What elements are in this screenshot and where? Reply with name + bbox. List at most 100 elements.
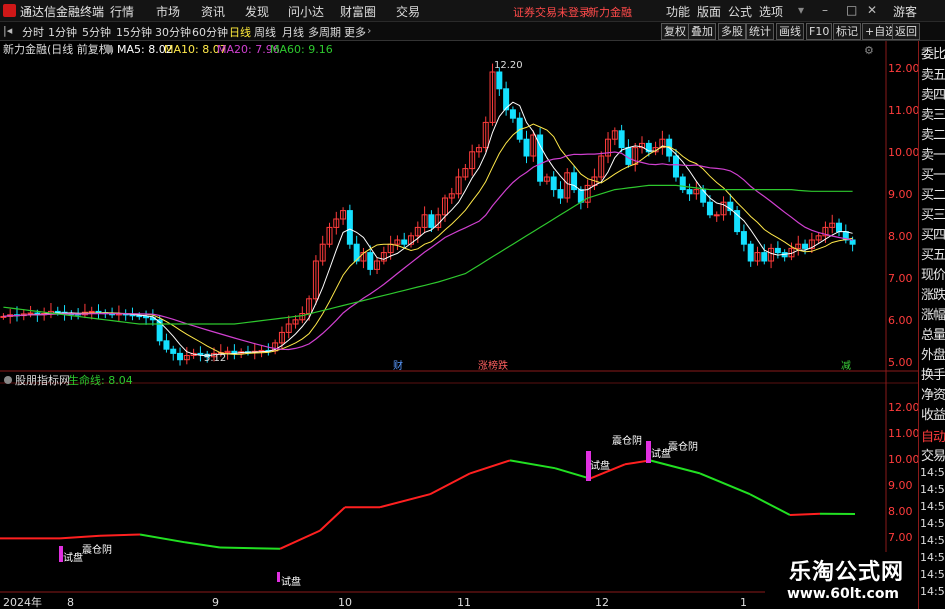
sidebar-item[interactable]: 卖一	[921, 144, 945, 163]
sidebar-item[interactable]: 卖三	[921, 104, 945, 123]
sidebar-item[interactable]: 买四	[921, 224, 945, 243]
cut-annotation: 震仓阴	[668, 440, 698, 453]
sidebar-item[interactable]: 买一	[921, 164, 945, 183]
sub-chart-title: 股朋指标网	[15, 373, 70, 387]
menu-gongshi[interactable]: 公式	[728, 3, 752, 20]
sidebar-item[interactable]: 委比	[921, 43, 945, 62]
menu-hangqing[interactable]: 行情	[110, 3, 134, 20]
close-icon[interactable]: ✕	[867, 3, 877, 17]
minimize-icon[interactable]: –	[822, 3, 828, 17]
watermark-title: 乐淘公式网	[789, 560, 905, 585]
settings-gear-icon[interactable]: ⚙	[864, 44, 874, 57]
sidebar-item[interactable]: 卖二	[921, 124, 945, 143]
menu-shichang[interactable]: 市场	[156, 3, 180, 20]
trial-annotation: 试盘	[590, 459, 610, 472]
high-price-marker: 12.20	[494, 60, 523, 71]
event-marker-liangbang[interactable]: 涨榜跌	[478, 359, 508, 372]
trade-time: 14:56	[920, 466, 945, 479]
period-fenshi[interactable]: 分时	[22, 24, 44, 40]
sub-axis-tick: 10.00	[888, 453, 918, 466]
window-menu-icon[interactable]: ▾	[798, 3, 804, 17]
kline-chart-area[interactable]: 新力金融(日线 前复权) MA5: 8.02 MA10: 8.07 MA20: …	[0, 41, 918, 609]
sidebar-item[interactable]: 总量	[921, 324, 945, 343]
fuquan-button[interactable]: 复权	[661, 23, 689, 40]
period-15min[interactable]: 15分钟	[116, 24, 152, 40]
life-line-segment	[219, 546, 281, 550]
period-multi[interactable]: 多周期	[308, 24, 341, 40]
event-marker-jian[interactable]: 减	[841, 360, 851, 372]
sidebar-item[interactable]: 买五	[921, 244, 945, 263]
sidebar-item[interactable]: 外盘	[921, 344, 945, 363]
period-more[interactable]: 更多	[344, 24, 366, 40]
trade-time: 14:56	[920, 500, 945, 513]
low-price-marker: 5.12	[204, 353, 226, 364]
trade-time: 14:56	[920, 534, 945, 547]
sidebar-item[interactable]: 卖五	[921, 64, 945, 83]
menu-xuanxiang[interactable]: 选项	[759, 3, 783, 20]
period-monthly[interactable]: 月线	[282, 24, 304, 40]
sub-axis-tick: 9.00	[888, 479, 913, 492]
ma60-label: MA60: 9.16	[270, 43, 333, 56]
sidebar-item[interactable]: 换手	[921, 364, 945, 383]
trade-tab[interactable]: 交易	[921, 445, 945, 464]
sidebar-item[interactable]: 现价	[921, 264, 945, 283]
sidebar-item[interactable]: 涨跌	[921, 284, 945, 303]
axis-tick: 8.00	[888, 230, 913, 243]
sidebar-item[interactable]: 买二	[921, 184, 945, 203]
sub-axis-tick: 8.00	[888, 505, 913, 518]
axis-tick: 10.00	[888, 146, 918, 159]
candle	[156, 315, 163, 346]
axis-tick: 6.00	[888, 314, 913, 327]
month-tick: 11	[457, 596, 471, 609]
duogu-button[interactable]: 多股	[718, 23, 746, 40]
sub-axis-tick: 7.00	[888, 531, 913, 544]
maximize-icon[interactable]: □	[846, 3, 857, 17]
biaoji-button[interactable]: 标记	[833, 23, 861, 40]
tongji-button[interactable]: 统计	[746, 23, 774, 40]
axis-tick: 12.00	[888, 62, 918, 75]
menu-jiaoyi[interactable]: 交易	[396, 3, 420, 20]
guest-label[interactable]: 游客	[893, 3, 917, 20]
back-button[interactable]: 返回	[892, 23, 920, 40]
month-tick: 1	[740, 596, 747, 609]
trial-signal-bar	[277, 572, 280, 582]
cut-annotation: 震仓阴	[82, 543, 112, 556]
trade-time: 14:56	[920, 517, 945, 530]
auto-trade-tab[interactable]: 自动	[921, 426, 945, 445]
more-chevron-icon[interactable]: ›	[367, 24, 371, 37]
diejia-button[interactable]: 叠加	[688, 23, 716, 40]
year-label: 2024年	[3, 595, 42, 609]
menu-banmian[interactable]: 版面	[697, 3, 721, 20]
indicator-toggle-icon[interactable]	[105, 45, 113, 53]
collapse-icon[interactable]: |◂	[3, 24, 12, 37]
huaxian-button[interactable]: 画线	[776, 23, 804, 40]
sidebar-item[interactable]: 卖四	[921, 84, 945, 103]
sidebar-item[interactable]: 收益	[921, 404, 945, 423]
sidebar-item[interactable]: 买三	[921, 204, 945, 223]
period-weekly[interactable]: 周线	[254, 24, 276, 40]
period-toolbar: |◂ 分时 1分钟 5分钟 15分钟 30分钟 60分钟 日线 周线 月线 多周…	[0, 22, 945, 41]
period-daily[interactable]: 日线	[229, 24, 251, 40]
period-60min[interactable]: 60分钟	[192, 24, 228, 40]
menu-faxian[interactable]: 发现	[245, 3, 269, 20]
f10-button[interactable]: F10	[806, 23, 833, 40]
menu-gongneng[interactable]: 功能	[666, 3, 690, 20]
candle	[346, 204, 353, 249]
quote-sidebar: 委比 卖五 卖四 卖三 卖二 卖一 买一 买二 买三 买四 买五 现价 涨跌 涨…	[918, 41, 945, 609]
period-1min[interactable]: 1分钟	[48, 24, 77, 40]
life-line-segment	[789, 512, 821, 516]
life-line-segment	[99, 533, 141, 537]
period-5min[interactable]: 5分钟	[82, 24, 111, 40]
menu-zixun[interactable]: 资讯	[201, 3, 225, 20]
sub-indicator-toggle-icon[interactable]	[4, 376, 12, 384]
axis-tick: 7.00	[888, 272, 913, 285]
menu-wenxiaoda[interactable]: 问小达	[288, 3, 324, 20]
menu-caifuquan[interactable]: 财富圈	[340, 3, 376, 20]
period-30min[interactable]: 30分钟	[155, 24, 191, 40]
trade-time: 14:56	[920, 551, 945, 564]
login-notice[interactable]: 证券交易未登录	[513, 4, 590, 20]
sidebar-item[interactable]: 净资	[921, 384, 945, 403]
sidebar-item[interactable]: 涨幅	[921, 304, 945, 323]
event-marker-cai[interactable]: 财	[393, 359, 403, 372]
sub-axis-tick: 11.00	[888, 427, 918, 440]
